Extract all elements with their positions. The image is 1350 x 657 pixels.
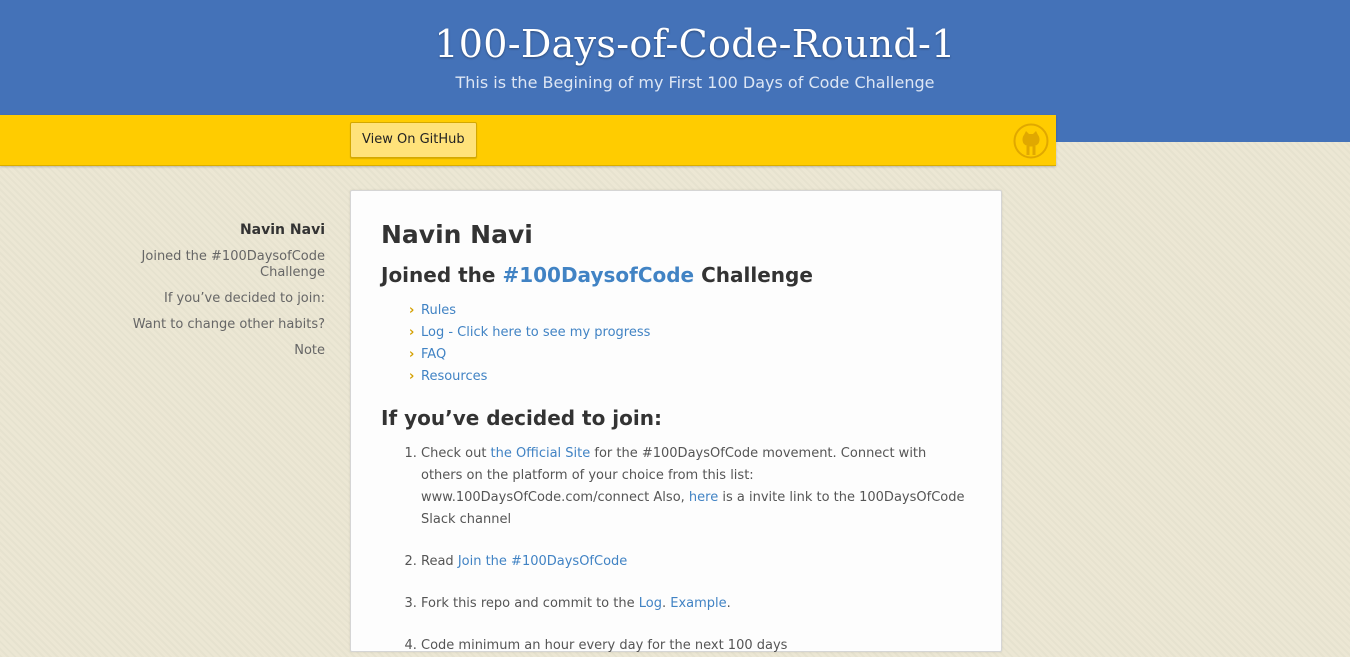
sidebar-item-change-habits[interactable]: Want to change other habits? <box>100 317 325 333</box>
list-item: › FAQ <box>409 344 971 366</box>
slack-invite-link[interactable]: here <box>689 490 718 505</box>
sidebar-item-decided-to-join[interactable]: If you’ve decided to join: <box>100 291 325 307</box>
step-2-text: Read <box>421 554 458 569</box>
main-content: Navin Navi Joined the #100DaysofCode Cha… <box>350 190 1002 653</box>
join-heading: If you’ve decided to join: <box>381 406 662 430</box>
step-4: Code minimum an hour every day for the n… <box>421 635 971 657</box>
official-site-link[interactable]: the Official Site <box>491 446 591 461</box>
resource-links: › Rules › Log - Click here to see my progr… <box>381 300 971 388</box>
joined-text-after: Challenge <box>694 263 813 287</box>
step-3-separator: . <box>661 596 671 611</box>
log-file-link[interactable]: Log <box>639 596 662 611</box>
example-link[interactable]: Example <box>670 596 726 611</box>
step-3: Fork this repo and commit to the Log. Ex… <box>421 593 971 615</box>
sidebar-title[interactable]: Navin Navi <box>100 222 325 238</box>
step-2: Read Join the #100DaysOfCode <box>421 551 971 573</box>
content-name-heading: Navin Navi <box>381 220 533 249</box>
chevron-right-icon: › <box>409 347 415 362</box>
joined-text-before: Joined the <box>381 263 503 287</box>
site-title: 100-Days-of-Code-Round-1 <box>434 22 956 66</box>
joined-heading: Joined the #100DaysofCode Challenge <box>381 262 971 288</box>
step-4-text: Code minimum an hour every day for the n… <box>421 638 788 653</box>
site-subtitle: This is the Begining of my First 100 Day… <box>455 73 935 92</box>
join-100daysofcode-link[interactable]: Join the #100DaysOfCode <box>458 554 627 569</box>
step-3-text: Fork this repo and commit to the <box>421 596 639 611</box>
step-3-end: . <box>726 596 731 611</box>
list-item: › Resources <box>409 366 971 388</box>
faq-link[interactable]: FAQ <box>421 347 446 362</box>
sidebar-item-note[interactable]: Note <box>100 343 325 359</box>
sidebar: Navin Navi Joined the #100DaysofCode Cha… <box>100 222 325 369</box>
sidebar-item-joined[interactable]: Joined the #100DaysofCode Challenge <box>100 249 325 281</box>
step-1: Check out the Official Site for the #100… <box>421 443 971 531</box>
join-steps: Check out the Official Site for the #100… <box>381 443 971 657</box>
chevron-right-icon: › <box>409 325 415 340</box>
step-1-text-a: Check out <box>421 446 491 461</box>
chevron-right-icon: › <box>409 303 415 318</box>
resources-link[interactable]: Resources <box>421 369 487 384</box>
hashtag-link[interactable]: #100DaysofCode <box>502 263 694 287</box>
rules-link[interactable]: Rules <box>421 303 456 318</box>
list-item: › Rules <box>409 300 971 322</box>
nav-bar: View On GitHub <box>0 115 1056 166</box>
log-link[interactable]: Log - Click here to see my progress <box>421 325 650 340</box>
chevron-right-icon: › <box>409 369 415 384</box>
view-on-github-button[interactable]: View On GitHub <box>350 122 477 158</box>
list-item: › Log - Click here to see my progress <box>409 322 971 344</box>
octocat-icon[interactable] <box>1013 123 1049 159</box>
